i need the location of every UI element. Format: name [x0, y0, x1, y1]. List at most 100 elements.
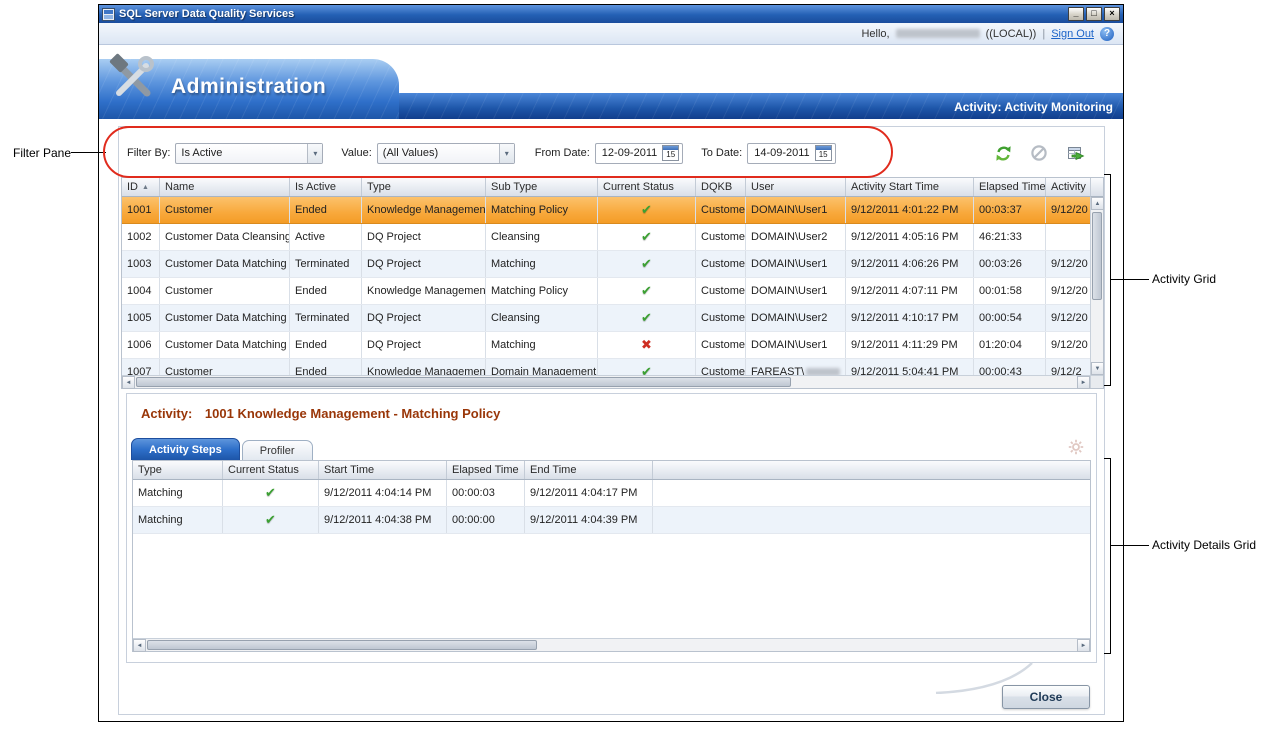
details-column-header-type[interactable]: Type — [133, 461, 223, 479]
tab-profiler[interactable]: Profiler — [242, 440, 313, 460]
filter-by-label: Filter By: — [127, 147, 170, 159]
scroll-right-button[interactable]: ► — [1077, 639, 1090, 652]
to-date-value: 14-09-2011 — [754, 147, 809, 159]
details-grid-header: TypeCurrent StatusStart TimeElapsed Time… — [133, 461, 1090, 480]
grid-cell-dqkb: Customer — [696, 251, 746, 277]
scroll-right-button[interactable]: ► — [1077, 376, 1090, 389]
scroll-left-button[interactable]: ◄ — [122, 376, 135, 389]
column-header-name[interactable]: Name — [160, 178, 290, 196]
grid-cell-status: ✔ — [598, 224, 696, 250]
details-horizontal-scrollbar[interactable]: ◄ ► — [133, 638, 1090, 651]
grid-cell-type: DQ Project — [362, 332, 486, 358]
vertical-scrollbar[interactable]: ▲ ▼ — [1090, 197, 1103, 375]
grid-header-corner — [1090, 178, 1103, 197]
tab-activity-steps[interactable]: Activity Steps — [131, 438, 240, 460]
value-select[interactable]: (All Values) ▾ — [377, 143, 515, 164]
annotation-details-grid-line — [1111, 545, 1149, 546]
status-ok-icon: ✔ — [641, 256, 652, 272]
details-column-header-end_time[interactable]: End Time — [525, 461, 653, 479]
details-cell-type: Matching — [133, 507, 223, 533]
activity-row-1006[interactable]: 1006Customer Data MatchingEndedDQ Projec… — [122, 332, 1090, 359]
horizontal-scrollbar[interactable]: ◄ ► — [122, 375, 1090, 388]
annotation-details-grid-bracket — [1110, 458, 1111, 654]
column-header-user[interactable]: User — [746, 178, 846, 196]
grid-cell-is_active: Ended — [290, 332, 362, 358]
minimize-button[interactable]: _ — [1068, 7, 1084, 21]
hscroll-thumb[interactable] — [136, 377, 791, 387]
grid-cell-name: Customer Data Matching — [160, 305, 290, 331]
grid-cell-type: Knowledge Management — [362, 359, 486, 375]
details-cell-elapsed: 00:00:03 — [447, 480, 525, 506]
grid-cell-end_time: 9/12/2 — [1046, 359, 1090, 375]
refresh-button[interactable] — [992, 142, 1014, 164]
title-bar: SQL Server Data Quality Services _ □ × — [99, 5, 1123, 23]
column-header-status[interactable]: Current Status — [598, 178, 696, 196]
filter-by-select[interactable]: Is Active ▾ — [175, 143, 323, 164]
details-cell-elapsed: 00:00:00 — [447, 507, 525, 533]
scroll-down-button[interactable]: ▼ — [1091, 362, 1104, 375]
export-button[interactable] — [1064, 142, 1086, 164]
annotation-details-grid-label: Activity Details Grid — [1152, 538, 1256, 552]
activity-row-1001[interactable]: 1001CustomerEndedKnowledge ManagementMat… — [122, 197, 1090, 224]
scroll-left-button[interactable]: ◄ — [133, 639, 146, 652]
grid-cell-dqkb: Customer — [696, 197, 746, 223]
close-window-button[interactable]: × — [1104, 7, 1120, 21]
activity-row-1005[interactable]: 1005Customer Data MatchingTerminatedDQ P… — [122, 305, 1090, 332]
column-header-start_time[interactable]: Activity Start Time — [846, 178, 974, 196]
scroll-up-button[interactable]: ▲ — [1091, 197, 1104, 210]
vscroll-thumb[interactable] — [1092, 212, 1102, 300]
to-date-label: To Date: — [701, 147, 742, 159]
calendar-icon[interactable]: 15 — [662, 145, 679, 161]
activity-row-1004[interactable]: 1004CustomerEndedKnowledge ManagementMat… — [122, 278, 1090, 305]
grid-cell-sub_type: Cleansing — [486, 224, 598, 250]
column-header-is_active[interactable]: Is Active — [290, 178, 362, 196]
sign-out-link[interactable]: Sign Out — [1051, 28, 1094, 40]
help-icon[interactable]: ? — [1100, 27, 1114, 41]
column-header-dqkb[interactable]: DQKB — [696, 178, 746, 196]
grid-cell-user: DOMAIN\User1 — [746, 332, 846, 358]
activity-row-1002[interactable]: 1002Customer Data CleansingActiveDQ Proj… — [122, 224, 1090, 251]
activity-row-1003[interactable]: 1003Customer Data MatchingTerminatedDQ P… — [122, 251, 1090, 278]
column-header-sub_type[interactable]: Sub Type — [486, 178, 598, 196]
details-cell-end_time: 9/12/2011 4:04:39 PM — [525, 507, 653, 533]
column-header-end_time[interactable]: Activity — [1046, 178, 1090, 196]
grid-cell-user: FAREAST\ — [746, 359, 846, 375]
grid-cell-is_active: Terminated — [290, 305, 362, 331]
grid-cell-name: Customer Data Matching — [160, 251, 290, 277]
grid-cell-start_time: 9/12/2011 4:07:11 PM — [846, 278, 974, 304]
details-column-header-start_time[interactable]: Start Time — [319, 461, 447, 479]
close-button[interactable]: Close — [1002, 685, 1090, 709]
grid-cell-dqkb: Customer — [696, 332, 746, 358]
details-row[interactable]: Matching✔9/12/2011 4:04:14 PM00:00:039/1… — [133, 480, 1090, 507]
grid-cell-start_time: 9/12/2011 4:10:17 PM — [846, 305, 974, 331]
calendar-icon[interactable]: 15 — [815, 145, 832, 161]
activity-grid-header: ID▲NameIs ActiveTypeSub TypeCurrent Stat… — [122, 178, 1090, 197]
details-row[interactable]: Matching✔9/12/2011 4:04:38 PM00:00:009/1… — [133, 507, 1090, 534]
details-grid-body: Matching✔9/12/2011 4:04:14 PM00:00:039/1… — [133, 480, 1090, 638]
annotation-activity-grid-label: Activity Grid — [1152, 272, 1216, 286]
annotation-activity-grid-bracket — [1110, 174, 1111, 386]
details-cell-status: ✔ — [223, 507, 319, 533]
details-hscroll-thumb[interactable] — [147, 640, 537, 650]
grid-cell-dqkb: Customer — [696, 278, 746, 304]
grid-cell-id: 1006 — [122, 332, 160, 358]
to-date-input[interactable]: 14-09-2011 15 — [747, 143, 835, 164]
filter-by-value: Is Active — [181, 147, 222, 159]
maximize-button[interactable]: □ — [1086, 7, 1102, 21]
column-header-elapsed[interactable]: Elapsed Time — [974, 178, 1046, 196]
details-column-header-status[interactable]: Current Status — [223, 461, 319, 479]
from-date-input[interactable]: 12-09-2011 15 — [595, 143, 683, 164]
content-panel: Filter By: Is Active ▾ Value: (All Value… — [118, 126, 1105, 715]
grid-cell-sub_type: Domain Management — [486, 359, 598, 375]
column-header-type[interactable]: Type — [362, 178, 486, 196]
activity-row-1007[interactable]: 1007CustomerEndedKnowledge ManagementDom… — [122, 359, 1090, 375]
details-cell-filler — [653, 480, 1090, 506]
from-date-value: 12-09-2011 — [602, 147, 657, 159]
status-ok-icon: ✔ — [641, 364, 652, 375]
status-ok-icon: ✔ — [265, 485, 276, 501]
grid-cell-status: ✔ — [598, 251, 696, 277]
column-header-id[interactable]: ID▲ — [122, 178, 160, 196]
grid-cell-type: DQ Project — [362, 224, 486, 250]
details-column-header-elapsed[interactable]: Elapsed Time — [447, 461, 525, 479]
grid-cell-start_time: 9/12/2011 4:05:16 PM — [846, 224, 974, 250]
